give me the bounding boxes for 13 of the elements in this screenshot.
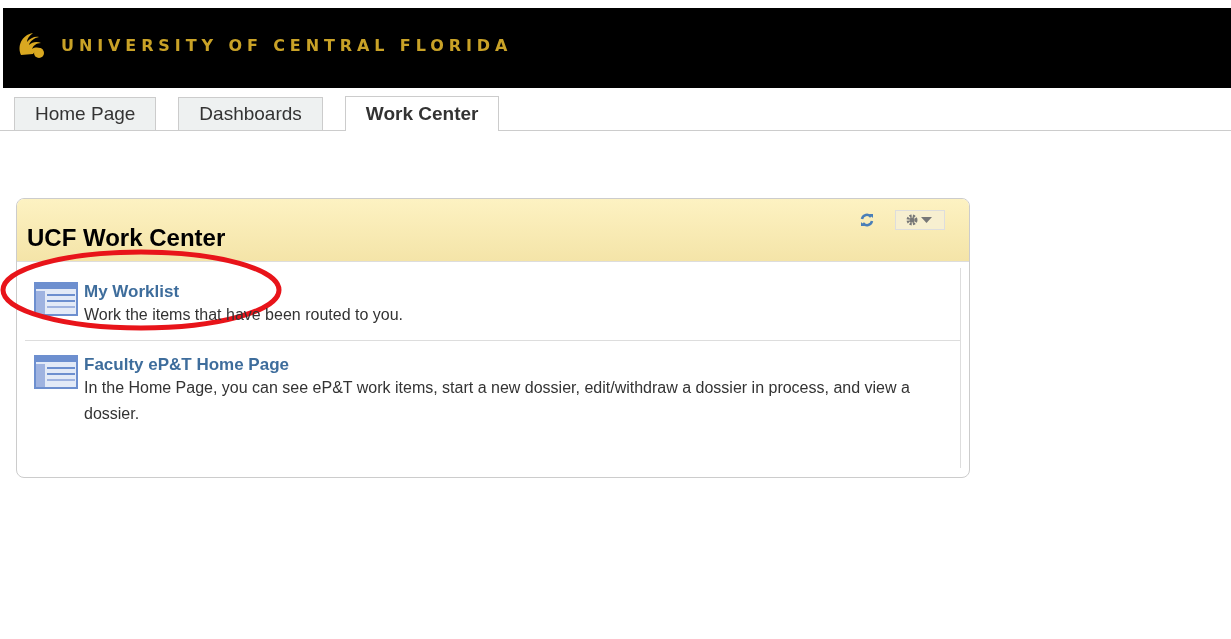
settings-icon — [906, 214, 934, 226]
worklist-link[interactable]: My Worklist — [84, 282, 952, 302]
university-name: UNIVERSITY OF CENTRAL FLORIDA — [61, 35, 513, 55]
tab[interactable]: Work Center — [344, 96, 500, 131]
refresh-icon[interactable] — [859, 212, 875, 228]
tab[interactable]: Dashboards — [178, 97, 323, 130]
window-icon — [34, 282, 78, 316]
settings-menu-button[interactable] — [895, 210, 945, 230]
window-icon — [34, 355, 78, 389]
item-description: In the Home Page, you can see eP&T work items, start a new dossier, edit/withdraw a dossier in process, and view a dossier. — [84, 378, 911, 424]
panel-title: UCF Work Center — [27, 224, 227, 252]
tab[interactable]: Home Page — [14, 97, 157, 130]
worklist-link[interactable]: Faculty eP&T Home Page — [84, 355, 952, 375]
